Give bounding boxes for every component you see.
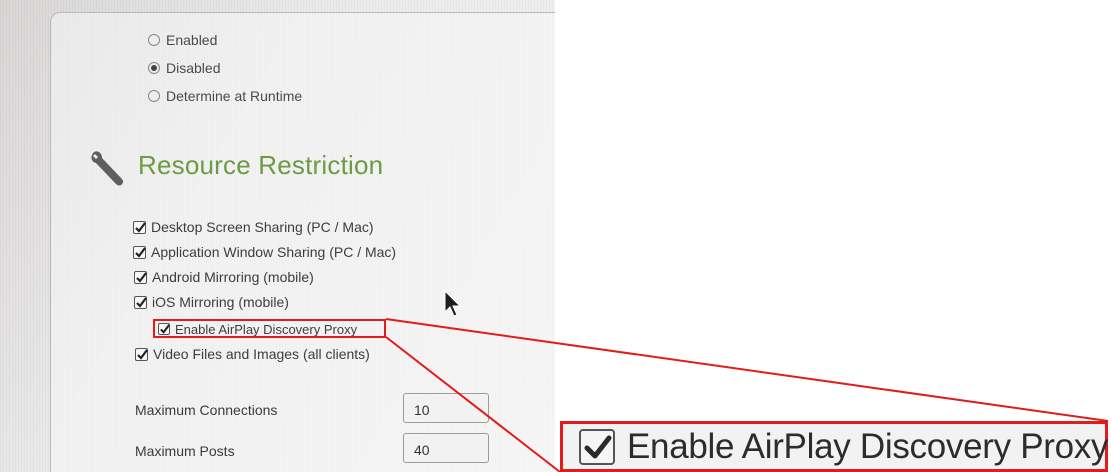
max-posts-label: Maximum Posts: [135, 443, 235, 459]
radio-enabled[interactable]: Enabled: [148, 29, 217, 51]
checkbox-label: Desktop Screen Sharing (PC / Mac): [151, 219, 374, 235]
radio-button[interactable]: [148, 90, 160, 102]
max-connections-label: Maximum Connections: [135, 402, 278, 418]
checkbox-label: Android Mirroring (mobile): [152, 269, 314, 285]
wrench-icon: [91, 151, 124, 186]
radio-button[interactable]: [148, 62, 160, 74]
section-title-resource-restriction: Resource Restriction: [138, 150, 384, 180]
checkbox-label: iOS Mirroring (mobile): [152, 294, 289, 310]
checkbox-android-mirroring[interactable]: Android Mirroring (mobile): [134, 266, 314, 288]
radio-disabled[interactable]: Disabled: [148, 57, 220, 79]
checkbox[interactable]: [134, 270, 147, 284]
settings-photo: Enabled Disabled Determine at Runtime Re…: [0, 0, 555, 472]
radio-label: Enabled: [166, 32, 218, 48]
zoom-callout: Enable AirPlay Discovery Proxy: [560, 421, 1109, 472]
radio-determine-at-runtime[interactable]: Determine at Runtime: [148, 85, 302, 107]
checkbox-ios-mirroring[interactable]: iOS Mirroring (mobile): [134, 291, 289, 313]
checkbox[interactable]: [135, 347, 148, 361]
mouse-pointer-icon: [444, 290, 462, 317]
checkbox-zoomed[interactable]: [579, 428, 615, 465]
checkbox-application-window-sharing[interactable]: Application Window Sharing (PC / Mac): [133, 241, 396, 263]
zoom-label: Enable AirPlay Discovery Proxy: [627, 426, 1109, 466]
checkbox-label: Video Files and Images (all clients): [153, 346, 370, 362]
max-connections-input[interactable]: 10: [403, 393, 489, 423]
radio-label: Disabled: [166, 60, 221, 76]
highlight-box: [153, 319, 386, 338]
checkbox-video-files-and-images[interactable]: Video Files and Images (all clients): [135, 343, 370, 365]
radio-label: Determine at Runtime: [166, 88, 303, 104]
checkbox[interactable]: [133, 245, 146, 259]
checkbox-label: Application Window Sharing (PC / Mac): [151, 244, 397, 260]
checkbox-desktop-screen-sharing[interactable]: Desktop Screen Sharing (PC / Mac): [133, 216, 374, 238]
radio-button[interactable]: [148, 34, 160, 46]
checkbox[interactable]: [133, 220, 146, 234]
checkbox[interactable]: [134, 295, 147, 309]
max-posts-input[interactable]: 40: [403, 433, 489, 463]
